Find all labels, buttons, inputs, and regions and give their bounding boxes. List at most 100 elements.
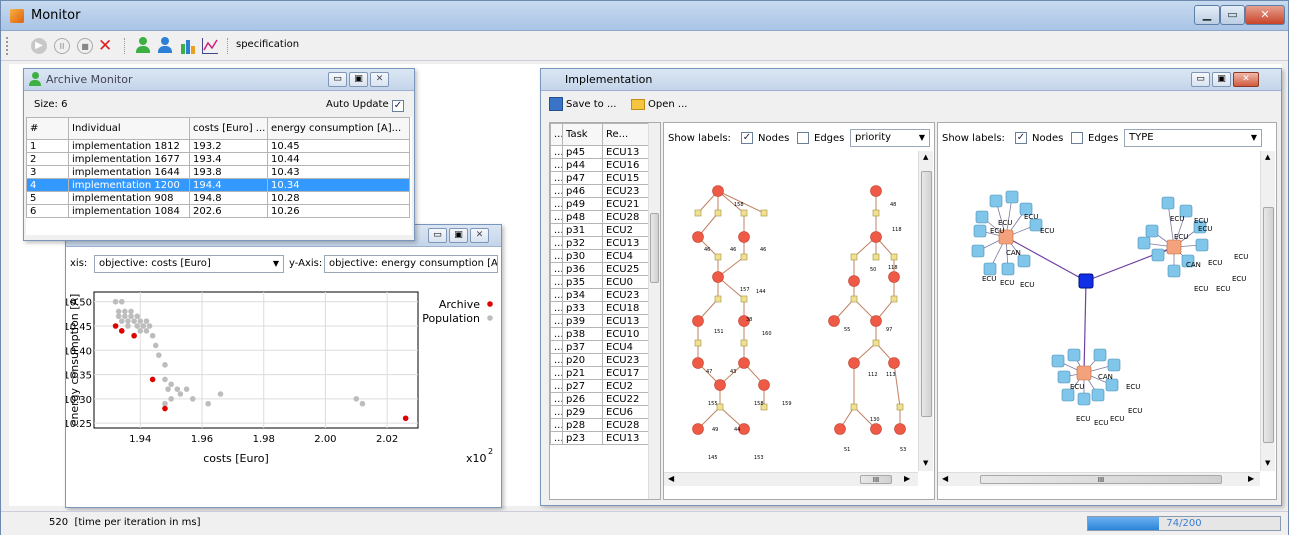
table-row[interactable]: ...p31ECU2 (550, 223, 649, 237)
graph-left-vscroll-thumb[interactable] (921, 171, 932, 417)
message-node[interactable] (872, 209, 880, 217)
graph-left-vscrollbar[interactable]: ▲ ▼ (918, 151, 933, 471)
message-node[interactable] (890, 253, 898, 261)
message-node[interactable] (890, 295, 898, 303)
ecu-node[interactable] (975, 210, 989, 224)
table-row[interactable]: ...p47ECU15 (550, 171, 649, 185)
ecu-node[interactable] (971, 244, 985, 258)
gateway-node[interactable] (1078, 273, 1094, 289)
message-node[interactable] (714, 209, 722, 217)
scroll-down-icon-right[interactable]: ▼ (1265, 459, 1270, 467)
table-row[interactable]: 4 implementation 1200 194.4 10.34 (26, 178, 410, 192)
ecu-node[interactable] (1161, 196, 1175, 210)
scroll-up-icon[interactable]: ▲ (923, 153, 928, 161)
graph-right-hscrollbar[interactable]: ◀ III ▶ (938, 472, 1260, 486)
message-node[interactable] (740, 295, 748, 303)
task-column-header[interactable]: Task (562, 123, 603, 146)
message-node[interactable] (872, 253, 880, 261)
archive-column-header[interactable]: energy consumption [A]... (267, 117, 410, 140)
task-node[interactable] (712, 271, 724, 283)
task-node[interactable] (870, 185, 882, 197)
open-button[interactable]: Open ... (631, 97, 687, 113)
population-user-icon[interactable] (158, 37, 172, 53)
play-icon[interactable]: ▶ (31, 38, 47, 54)
ecu-node[interactable] (1137, 236, 1151, 250)
graph-left-hscroll-thumb[interactable]: III (860, 475, 892, 484)
pause-icon[interactable]: II (54, 38, 70, 54)
task-node[interactable] (738, 357, 750, 369)
ecu-node[interactable] (1005, 190, 1019, 204)
ecu-node[interactable] (1093, 348, 1107, 362)
graph-right-vscrollbar[interactable]: ▲ ▼ (1260, 151, 1275, 471)
scroll-left-icon[interactable]: ◀ (668, 474, 674, 483)
maximize-button[interactable]: ▭ (1220, 5, 1245, 25)
specification-button[interactable]: specification (236, 39, 299, 50)
archive-column-header[interactable]: # (26, 117, 69, 140)
task-node[interactable] (692, 315, 704, 327)
task-node[interactable] (834, 423, 846, 435)
table-row[interactable]: ...p30ECU4 (550, 249, 649, 263)
task-node[interactable] (870, 231, 882, 243)
table-row[interactable]: ...p20ECU23 (550, 353, 649, 367)
task-node[interactable] (692, 423, 704, 435)
scroll-up-icon-right[interactable]: ▲ (1265, 153, 1270, 161)
table-row[interactable]: ...p44ECU16 (550, 158, 649, 172)
archive-minimize-button[interactable]: ▭ (328, 72, 347, 87)
y-axis-select[interactable]: objective: energy consumption [A] (324, 255, 498, 273)
impl-minimize-button[interactable]: ▭ (1191, 72, 1210, 87)
label-select-left[interactable]: priority ▼ (850, 129, 930, 147)
ecu-node[interactable] (1057, 370, 1071, 384)
message-node[interactable] (694, 339, 702, 347)
table-row[interactable]: ...p29ECU6 (550, 405, 649, 419)
bar-chart-icon[interactable] (180, 38, 196, 54)
edges-checkbox-right[interactable] (1071, 131, 1083, 144)
table-row[interactable]: 2 implementation 1677 193.4 10.44 (26, 152, 410, 166)
ecu-node[interactable] (1051, 354, 1065, 368)
table-row[interactable]: ...p45ECU13 (550, 145, 649, 159)
scroll-right-icon[interactable]: ▶ (904, 474, 910, 483)
edges-checkbox[interactable] (797, 131, 809, 144)
archive-column-header[interactable]: costs [Euro] ... (189, 117, 268, 140)
table-row[interactable]: 3 implementation 1644 193.8 10.43 (26, 165, 410, 179)
message-node[interactable] (714, 253, 722, 261)
table-row[interactable]: ...p46ECU23 (550, 184, 649, 198)
scroll-down-icon[interactable]: ▼ (923, 459, 928, 467)
table-row[interactable]: ...p37ECU4 (550, 340, 649, 354)
task-node[interactable] (888, 357, 900, 369)
graph-right-vscroll-thumb[interactable] (1263, 207, 1274, 443)
table-row[interactable]: 1 implementation 1812 193.2 10.45 (26, 139, 410, 153)
message-node[interactable] (740, 209, 748, 217)
table-row[interactable]: ...p35ECU0 (550, 275, 649, 289)
table-row[interactable]: 6 implementation 1084 202.6 10.26 (26, 204, 410, 218)
task-column-header[interactable]: ... (550, 123, 563, 146)
scroll-right-icon-right[interactable]: ▶ (1248, 474, 1254, 483)
archive-user-icon[interactable] (136, 37, 150, 53)
ecu-node[interactable] (973, 224, 987, 238)
task-node[interactable] (714, 379, 726, 391)
ecu-node[interactable] (1107, 358, 1121, 372)
task-node[interactable] (870, 315, 882, 327)
impl-maximize-button[interactable]: ▣ (1212, 72, 1231, 87)
archive-maximize-button[interactable]: ▣ (349, 72, 368, 87)
table-row[interactable]: ...p33ECU18 (550, 301, 649, 315)
ecu-node[interactable] (1151, 248, 1165, 262)
table-row[interactable]: ...p39ECU13 (550, 314, 649, 328)
x-axis-select[interactable]: objective: costs [Euro] ▼ (94, 255, 284, 273)
plot-maximize-button[interactable]: ▣ (449, 228, 468, 243)
ecu-node[interactable] (1077, 392, 1091, 406)
nodes-checkbox[interactable]: ✓ (741, 131, 753, 144)
task-node[interactable] (738, 231, 750, 243)
message-node[interactable] (740, 339, 748, 347)
task-table-scrollbar[interactable] (648, 123, 660, 499)
message-node[interactable] (896, 403, 904, 411)
scroll-left-icon-right[interactable]: ◀ (942, 474, 948, 483)
message-node[interactable] (850, 253, 858, 261)
cancel-icon[interactable]: ✕ (98, 36, 112, 56)
task-node[interactable] (848, 357, 860, 369)
message-node[interactable] (850, 403, 858, 411)
task-node[interactable] (848, 275, 860, 287)
task-node[interactable] (870, 423, 882, 435)
table-row[interactable]: ...p48ECU28 (550, 210, 649, 224)
task-node[interactable] (692, 357, 704, 369)
table-row[interactable]: ...p34ECU23 (550, 288, 649, 302)
